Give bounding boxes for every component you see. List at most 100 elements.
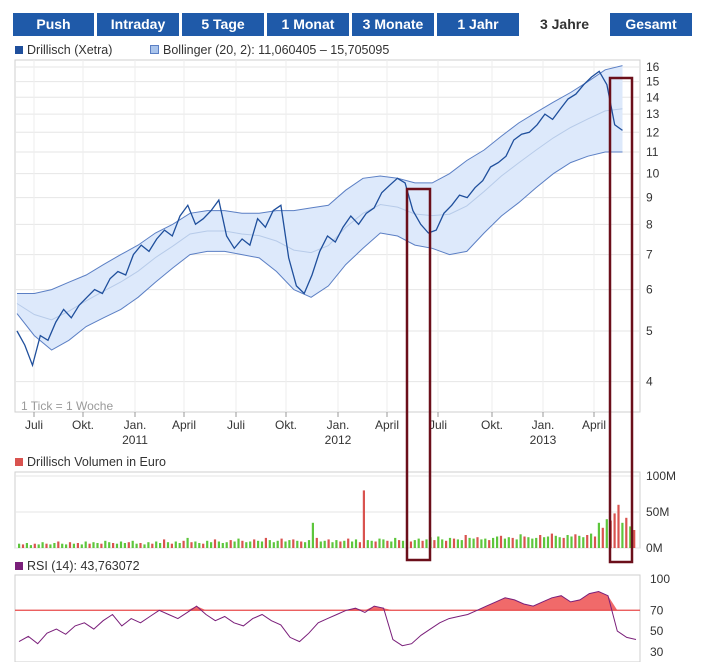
- volume-bar-72: [300, 541, 303, 548]
- price-y-tick-8: 12: [646, 125, 660, 139]
- volume-bar-76: [315, 537, 318, 548]
- price-x-tick-5: Okt.: [275, 418, 297, 432]
- volume-bar-147: [593, 536, 597, 548]
- volume-bar-37: [163, 539, 166, 548]
- volume-bar-117: [476, 537, 479, 548]
- volume-y-tick-0: 0M: [646, 541, 663, 555]
- volume-bar-25: [115, 543, 119, 548]
- volume-bar-131: [531, 538, 534, 548]
- volume-bar-98: [401, 540, 405, 548]
- volume-bar-12: [65, 544, 68, 548]
- volume-y-tick-1: 50M: [646, 505, 669, 519]
- volume-bar-3: [29, 545, 32, 548]
- rsi-y-tick-1: 50: [650, 624, 664, 638]
- volume-bar-49: [210, 542, 213, 548]
- volume-bar-15: [76, 543, 79, 548]
- volume-bar-148: [597, 522, 600, 548]
- price-x-tick-4: Juli: [227, 418, 245, 432]
- volume-bar-28: [127, 542, 130, 548]
- volume-bar-18: [88, 543, 91, 548]
- volume-bar-69: [288, 540, 291, 548]
- volume-bar-63: [264, 537, 267, 548]
- volume-bar-11: [61, 543, 64, 548]
- rsi-y-tick-0: 30: [650, 645, 664, 659]
- volume-bar-83: [343, 540, 346, 548]
- volume-bar-61: [257, 540, 260, 548]
- volume-bar-124: [503, 538, 506, 548]
- price-y-tick-10: 14: [646, 90, 660, 104]
- volume-bar-60: [253, 539, 256, 548]
- volume-bar-77: [319, 541, 322, 548]
- volume-bar-2: [25, 543, 28, 548]
- volume-bar-56: [237, 538, 240, 548]
- volume-bar-80: [331, 542, 334, 548]
- volume-bar-94: [386, 540, 389, 548]
- volume-bar-27: [123, 543, 126, 548]
- rsi-y-tick-2: 70: [650, 603, 664, 617]
- price-y-tick-3: 7: [646, 248, 653, 262]
- volume-bar-100: [409, 541, 412, 548]
- volume-bar-88: [362, 490, 365, 548]
- volume-bar-1: [21, 544, 25, 548]
- volume-bar-93: [382, 539, 385, 548]
- volume-bar-74: [307, 540, 311, 548]
- volume-bar-75: [311, 522, 314, 548]
- volume-bar-134: [543, 537, 546, 548]
- price-y-tick-6: 10: [646, 167, 660, 181]
- volume-bar-123: [499, 535, 503, 548]
- volume-bar-126: [511, 537, 514, 548]
- volume-bar-39: [170, 543, 173, 548]
- volume-bar-132: [535, 537, 538, 548]
- volume-bar-17: [84, 541, 87, 548]
- volume-bar-141: [570, 536, 573, 548]
- volume-bar-46: [198, 543, 201, 548]
- volume-bar-38: [166, 542, 170, 548]
- volume-bar-120: [488, 540, 491, 548]
- volume-bar-110: [448, 537, 452, 548]
- volume-bar-58: [245, 542, 248, 548]
- volume-bar-119: [484, 538, 487, 548]
- volume-bar-101: [413, 540, 416, 548]
- volume-bar-48: [206, 540, 209, 548]
- volume-bar-67: [280, 538, 283, 548]
- volume-bar-33: [147, 542, 150, 548]
- volume-bar-43: [186, 537, 189, 548]
- price-y-tick-0: 4: [646, 375, 653, 389]
- price-year-label-1: 2012: [325, 433, 352, 447]
- volume-bar-144: [582, 537, 585, 548]
- volume-bar-92: [378, 538, 381, 548]
- price-x-tick-8: Juli: [429, 418, 447, 432]
- volume-bar-19: [92, 542, 95, 548]
- volume-bar-32: [143, 544, 146, 548]
- price-y-tick-7: 11: [646, 145, 659, 159]
- volume-bar-111: [452, 538, 456, 548]
- volume-bar-23: [108, 542, 111, 548]
- volume-bar-4: [33, 543, 36, 548]
- volume-bar-55: [233, 541, 236, 548]
- volume-bar-62: [260, 541, 264, 548]
- volume-bar-53: [225, 542, 228, 548]
- volume-bar-84: [347, 538, 350, 548]
- volume-bar-121: [492, 537, 495, 548]
- price-y-tick-12: 16: [646, 60, 660, 74]
- volume-bar-71: [296, 540, 299, 548]
- volume-bar-45: [194, 541, 197, 548]
- price-y-tick-9: 13: [646, 107, 660, 121]
- volume-bar-145: [586, 535, 589, 548]
- volume-bar-73: [304, 542, 307, 548]
- volume-bar-102: [417, 538, 420, 548]
- volume-bar-152: [613, 513, 616, 548]
- volume-bar-140: [566, 535, 569, 548]
- volume-bar-50: [213, 539, 217, 548]
- volume-bar-7: [45, 543, 48, 548]
- volume-bar-8: [49, 544, 52, 548]
- volume-bar-91: [374, 541, 377, 548]
- volume-bar-20: [96, 543, 99, 548]
- volume-bar-89: [366, 540, 369, 548]
- volume-bar-137: [554, 535, 557, 548]
- volume-bar-9: [53, 543, 56, 548]
- price-x-tick-0: Juli: [25, 418, 43, 432]
- volume-bar-85: [351, 541, 354, 548]
- volume-bar-34: [151, 543, 154, 548]
- volume-bar-0: [18, 543, 21, 548]
